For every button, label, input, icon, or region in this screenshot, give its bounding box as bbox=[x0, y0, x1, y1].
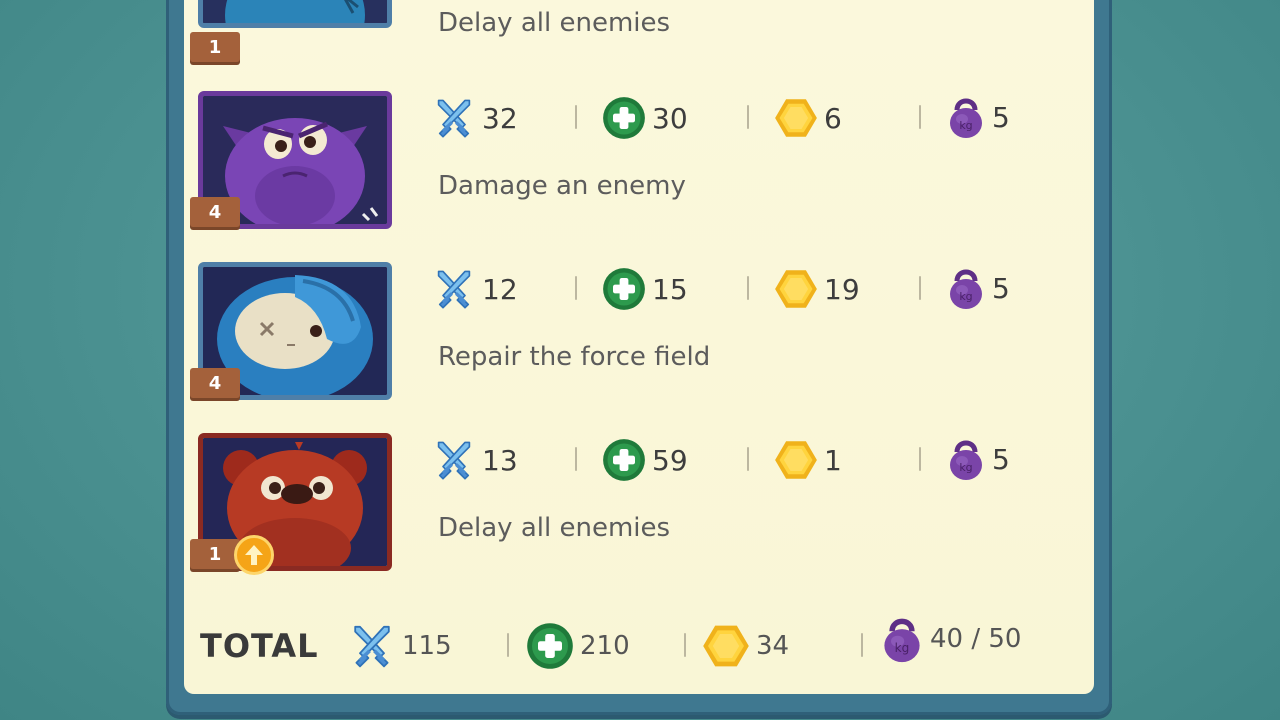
divider bbox=[575, 276, 577, 300]
total-label: TOTAL bbox=[200, 627, 319, 665]
kettlebell-icon bbox=[946, 435, 986, 483]
attack-value: 13 bbox=[482, 443, 518, 477]
crossed-swords-icon bbox=[348, 622, 396, 670]
crossed-swords-icon bbox=[432, 96, 476, 140]
health-cross-icon bbox=[602, 267, 646, 311]
gold-value: 19 bbox=[824, 272, 860, 306]
gold-hexagon-icon bbox=[774, 267, 818, 311]
weight-stat: 5 bbox=[946, 93, 1010, 141]
creature-row[interactable]: 1 13 59 1 5 Delay all enemies bbox=[184, 403, 1094, 575]
gold-value: 6 bbox=[824, 101, 842, 135]
divider bbox=[861, 633, 863, 657]
attack-stat: 32 bbox=[432, 96, 518, 140]
ability-description: Damage an enemy bbox=[438, 171, 686, 201]
health-value: 30 bbox=[652, 101, 688, 135]
health-stat: 15 bbox=[602, 267, 688, 311]
total-health-value: 210 bbox=[580, 631, 630, 661]
health-stat: 59 bbox=[602, 438, 688, 482]
attack-stat: 13 bbox=[432, 438, 518, 482]
gold-stat: 6 bbox=[774, 96, 842, 140]
level-badge: 4 bbox=[190, 197, 240, 227]
crossed-swords-icon bbox=[432, 267, 476, 311]
gold-stat: 19 bbox=[774, 267, 860, 311]
total-gold-value: 34 bbox=[756, 631, 790, 661]
ability-description: Delay all enemies bbox=[438, 513, 671, 543]
total-health: 210 bbox=[526, 622, 630, 670]
level-badge: 4 bbox=[190, 368, 240, 398]
divider bbox=[684, 633, 686, 657]
gold-hexagon-icon bbox=[774, 96, 818, 140]
health-stat: 30 bbox=[602, 96, 688, 140]
total-attack: 115 bbox=[348, 622, 452, 670]
divider bbox=[747, 276, 749, 300]
total-weight: 40 / 50 bbox=[880, 612, 1021, 666]
health-cross-icon bbox=[602, 96, 646, 140]
weight-value: 5 bbox=[992, 442, 1010, 476]
ability-description: Delay all enemies bbox=[438, 8, 671, 38]
attack-stat: 12 bbox=[432, 267, 518, 311]
kettlebell-icon bbox=[946, 264, 986, 312]
divider bbox=[919, 447, 921, 471]
creature-row[interactable]: 1 Delay all enemies bbox=[184, 0, 1094, 62]
creature-portrait bbox=[198, 0, 392, 28]
gold-hexagon-icon bbox=[774, 438, 818, 482]
divider bbox=[575, 447, 577, 471]
level-badge: 1 bbox=[190, 32, 240, 62]
gold-hexagon-icon bbox=[702, 622, 750, 670]
total-attack-value: 115 bbox=[402, 631, 452, 661]
creature-row[interactable]: 4 32 30 6 5 Damage an enemy bbox=[184, 61, 1094, 229]
divider bbox=[507, 633, 509, 657]
kettlebell-icon bbox=[946, 93, 986, 141]
weight-stat: 5 bbox=[946, 435, 1010, 483]
upgrade-arrow-icon bbox=[245, 545, 263, 565]
divider bbox=[747, 447, 749, 471]
health-value: 59 bbox=[652, 443, 688, 477]
total-weight-value: 40 / 50 bbox=[930, 624, 1022, 654]
team-panel: 1 Delay all enemies 4 32 30 6 5 Damage a… bbox=[184, 0, 1094, 694]
level-badge: 1 bbox=[190, 539, 240, 569]
health-cross-icon bbox=[526, 622, 574, 670]
weight-value: 5 bbox=[992, 100, 1010, 134]
crossed-swords-icon bbox=[432, 438, 476, 482]
divider bbox=[919, 276, 921, 300]
attack-value: 12 bbox=[482, 272, 518, 306]
attack-value: 32 bbox=[482, 101, 518, 135]
weight-stat: 5 bbox=[946, 264, 1010, 312]
divider bbox=[919, 105, 921, 129]
weight-value: 5 bbox=[992, 271, 1010, 305]
gold-stat: 1 bbox=[774, 438, 842, 482]
gold-value: 1 bbox=[824, 443, 842, 477]
ability-description: Repair the force field bbox=[438, 342, 711, 372]
creature-row[interactable]: 4 12 15 19 5 Repair the force field bbox=[184, 232, 1094, 400]
total-gold: 34 bbox=[702, 622, 789, 670]
kettlebell-icon bbox=[880, 612, 924, 666]
health-cross-icon bbox=[602, 438, 646, 482]
divider bbox=[575, 105, 577, 129]
divider bbox=[747, 105, 749, 129]
upgrade-button[interactable] bbox=[234, 535, 274, 575]
health-value: 15 bbox=[652, 272, 688, 306]
